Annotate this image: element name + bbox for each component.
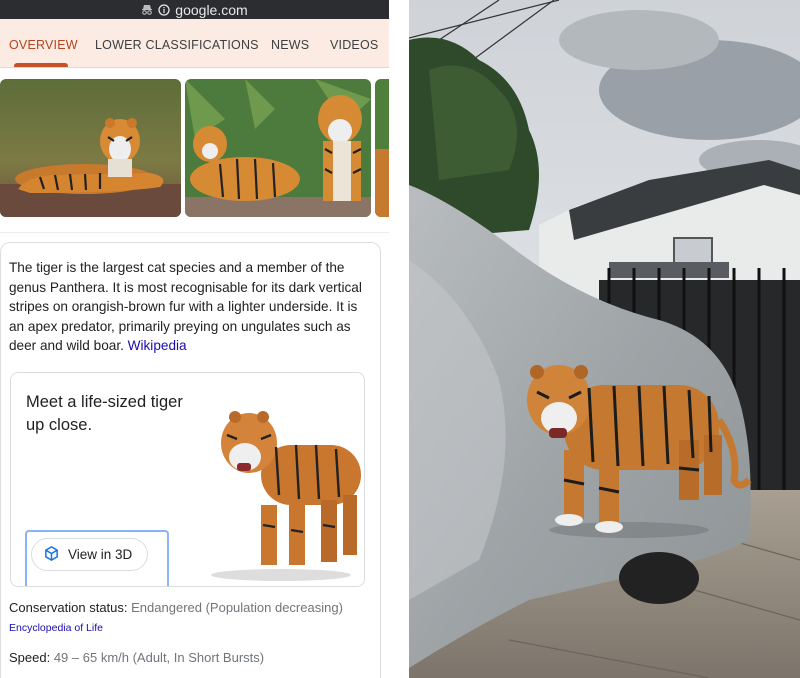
conservation-value: Endangered (Population decreasing) (131, 600, 343, 615)
speed-fact: Speed: 49 – 65 km/h (Adult, In Short Bur… (9, 650, 264, 665)
url-text: google.com (175, 1, 248, 18)
ar-card-title: Meet a life-sized tiger up close. (26, 393, 183, 434)
view-in-3d-cube-icon (43, 545, 60, 565)
tab-news[interactable]: NEWS (271, 38, 309, 52)
speed-label: Speed: (9, 650, 51, 665)
ar-tiger-card[interactable]: Meet a life-sized tiger up close. View i… (10, 372, 365, 587)
tiger-image-1[interactable] (0, 79, 181, 217)
view-in-3d-button[interactable]: View in 3D (31, 538, 148, 571)
conservation-label: Conservation status: (9, 600, 128, 615)
wikipedia-link[interactable]: Wikipedia (128, 338, 187, 353)
conservation-status: Conservation status: Endangered (Populat… (9, 600, 343, 615)
incognito-icon (141, 4, 153, 15)
info-icon[interactable] (158, 3, 170, 16)
tiger-image-2[interactable] (185, 79, 371, 217)
tab-lower-classifications[interactable]: LOWER CLASSIFICATIONS (95, 38, 259, 52)
encyclopedia-of-life-link[interactable]: Encyclopedia of Life (9, 622, 103, 634)
browser-address-bar[interactable]: google.com (0, 0, 389, 19)
tab-videos[interactable]: VIDEOS (330, 38, 378, 52)
section-divider (0, 232, 389, 233)
search-results-panel: google.com OVERVIEW LOWER CLASSIFICATION… (0, 0, 389, 678)
description: The tiger is the largest cat species and… (9, 258, 369, 356)
tiger-image-3[interactable] (375, 79, 389, 217)
ar-camera-view (409, 0, 800, 678)
speed-value: 49 – 65 km/h (Adult, In Short Bursts) (53, 650, 265, 665)
view-in-3d-label: View in 3D (68, 547, 133, 562)
active-tab-indicator (14, 63, 68, 67)
tab-overview[interactable]: OVERVIEW (9, 38, 78, 52)
tiger-3d-preview (211, 411, 361, 581)
